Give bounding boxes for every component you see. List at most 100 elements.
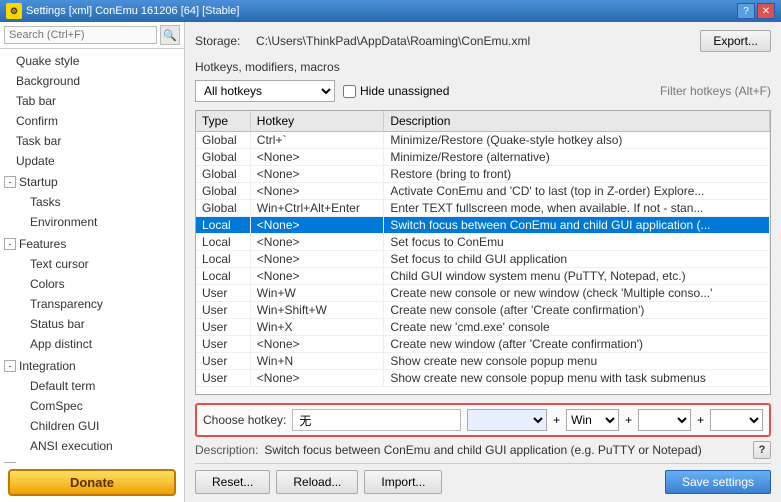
sidebar-item-taskbar[interactable]: Task bar — [0, 131, 184, 151]
col-type: Type — [196, 111, 250, 132]
table-row[interactable]: Local<None>Switch focus between ConEmu a… — [196, 217, 770, 234]
table-row[interactable]: UserWin+NShow create new console popup m… — [196, 353, 770, 370]
title-bar: ⚙ Settings [xml] ConEmu 161206 [64] [Sta… — [0, 0, 781, 22]
cell-description: Create new window (after 'Create confirm… — [384, 336, 770, 353]
sidebar-item-ansiexec[interactable]: ANSI execution — [14, 436, 184, 456]
table-row[interactable]: Global<None>Minimize/Restore (alternativ… — [196, 149, 770, 166]
description-text: Switch focus between ConEmu and child GU… — [264, 443, 701, 457]
sidebar-item-confirm[interactable]: Confirm — [0, 111, 184, 131]
cell-hotkey: Win+Ctrl+Alt+Enter — [250, 200, 384, 217]
sidebar-item-background[interactable]: Background — [0, 71, 184, 91]
hotkeys-data-table: Type Hotkey Description GlobalCtrl+`Mini… — [196, 111, 770, 387]
search-button[interactable]: 🔍 — [160, 25, 180, 45]
keysmacro-expander[interactable]: - — [4, 462, 16, 463]
cell-description: Switch focus between ConEmu and child GU… — [384, 217, 770, 234]
sidebar-item-tasks[interactable]: Tasks — [14, 192, 184, 212]
cell-hotkey: Win+X — [250, 319, 384, 336]
cell-type: User — [196, 285, 250, 302]
table-row[interactable]: Local<None>Child GUI window system menu … — [196, 268, 770, 285]
hide-unassigned-checkbox[interactable] — [343, 85, 356, 98]
integration-expander[interactable]: - — [4, 360, 16, 372]
cell-hotkey: <None> — [250, 268, 384, 285]
hotkey-modifier-dropdown1[interactable]: Ctrl Alt Shift — [467, 409, 547, 431]
cell-hotkey: Ctrl+` — [250, 132, 384, 149]
description-label: Description: — [195, 443, 258, 457]
help-title-btn[interactable]: ? — [737, 3, 755, 19]
sidebar-tree: Quake style Background Tab bar Confirm T… — [0, 49, 184, 463]
hotkeys-filter-dropdown[interactable]: All hotkeys — [195, 80, 335, 102]
cell-hotkey: <None> — [250, 370, 384, 387]
cell-description: Activate ConEmu and 'CD' to last (top in… — [384, 183, 770, 200]
mod-dropdown3[interactable]: Ctrl Alt Shift — [710, 409, 763, 431]
donate-button[interactable]: Donate — [8, 469, 176, 496]
import-button[interactable]: Import... — [364, 470, 442, 494]
table-row[interactable]: UserWin+WCreate new console or new windo… — [196, 285, 770, 302]
cell-type: Local — [196, 234, 250, 251]
description-help-button[interactable]: ? — [753, 441, 771, 459]
cell-hotkey: <None> — [250, 234, 384, 251]
sidebar-item-update[interactable]: Update — [0, 151, 184, 171]
title-bar-left: ⚙ Settings [xml] ConEmu 161206 [64] [Sta… — [6, 3, 239, 19]
sidebar-group-keysmacro-header[interactable]: -Keys & Macro — [0, 458, 184, 463]
hotkeys-controls: All hotkeys Hide unassigned Filter hotke… — [195, 80, 771, 102]
cell-hotkey: <None> — [250, 183, 384, 200]
sidebar-item-transparency[interactable]: Transparency — [14, 294, 184, 314]
table-row[interactable]: User<None>Create new window (after 'Crea… — [196, 336, 770, 353]
sidebar-item-comspec[interactable]: ComSpec — [14, 396, 184, 416]
cell-hotkey: <None> — [250, 166, 384, 183]
cell-description: Enter TEXT fullscreen mode, when availab… — [384, 200, 770, 217]
sidebar-item-quake[interactable]: Quake style — [0, 51, 184, 71]
col-description: Description — [384, 111, 770, 132]
cell-description: Show create new console popup menu — [384, 353, 770, 370]
sidebar-item-childrengui[interactable]: Children GUI — [14, 416, 184, 436]
startup-expander[interactable]: - — [4, 176, 16, 188]
plus-separator3: + — [697, 413, 704, 427]
sidebar: 🔍 Quake style Background Tab bar Confirm… — [0, 22, 185, 502]
cell-type: Global — [196, 166, 250, 183]
cell-description: Create new console or new window (check … — [384, 285, 770, 302]
table-row[interactable]: GlobalCtrl+`Minimize/Restore (Quake-styl… — [196, 132, 770, 149]
table-row[interactable]: Local<None>Set focus to child GUI applic… — [196, 251, 770, 268]
features-expander[interactable]: - — [4, 238, 16, 250]
app-icon: ⚙ — [6, 3, 22, 19]
table-row[interactable]: UserWin+XCreate new 'cmd.exe' console — [196, 319, 770, 336]
cell-type: User — [196, 319, 250, 336]
sidebar-item-colors[interactable]: Colors — [14, 274, 184, 294]
hotkey-editor-row: Choose hotkey: Ctrl Alt Shift + Win Ctrl… — [195, 403, 771, 437]
hide-unassigned-label: Hide unassigned — [343, 84, 449, 98]
table-row[interactable]: Global<None>Activate ConEmu and 'CD' to … — [196, 183, 770, 200]
startup-children: Tasks Environment — [0, 192, 184, 232]
cell-hotkey: Win+W — [250, 285, 384, 302]
mod-dropdown-win[interactable]: Win Ctrl Alt Shift None — [566, 409, 619, 431]
table-row[interactable]: Global<None>Restore (bring to front) — [196, 166, 770, 183]
close-title-btn[interactable]: ✕ — [757, 3, 775, 19]
export-button[interactable]: Export... — [700, 30, 771, 52]
sidebar-item-defaultterm[interactable]: Default term — [14, 376, 184, 396]
table-row[interactable]: GlobalWin+Ctrl+Alt+EnterEnter TEXT fulls… — [196, 200, 770, 217]
hotkey-input[interactable] — [292, 409, 461, 431]
cell-type: User — [196, 370, 250, 387]
reload-button[interactable]: Reload... — [276, 470, 358, 494]
table-row[interactable]: UserWin+Shift+WCreate new console (after… — [196, 302, 770, 319]
sidebar-group-features-header[interactable]: -Features — [0, 234, 184, 254]
sidebar-item-textcursor[interactable]: Text cursor — [14, 254, 184, 274]
reset-button[interactable]: Reset... — [195, 470, 270, 494]
table-row[interactable]: Local<None>Set focus to ConEmu — [196, 234, 770, 251]
sidebar-item-appdistinct[interactable]: App distinct — [14, 334, 184, 354]
cell-type: Local — [196, 268, 250, 285]
sidebar-item-tabbar[interactable]: Tab bar — [0, 91, 184, 111]
sidebar-item-statusbar[interactable]: Status bar — [14, 314, 184, 334]
search-input[interactable] — [4, 26, 157, 44]
sidebar-group-integration-header[interactable]: -Integration — [0, 356, 184, 376]
right-panel: Storage: C:\Users\ThinkPad\AppData\Roami… — [185, 22, 781, 502]
sidebar-item-environment[interactable]: Environment — [14, 212, 184, 232]
cell-hotkey: <None> — [250, 251, 384, 268]
table-row[interactable]: User<None>Show create new console popup … — [196, 370, 770, 387]
description-row: Description: Switch focus between ConEmu… — [195, 441, 771, 459]
hotkeys-table: Type Hotkey Description GlobalCtrl+`Mini… — [195, 110, 771, 395]
mod-dropdown2[interactable]: Ctrl Alt Shift — [638, 409, 691, 431]
save-button[interactable]: Save settings — [665, 470, 771, 494]
sidebar-group-startup-header[interactable]: -Startup — [0, 172, 184, 192]
cell-type: Local — [196, 217, 250, 234]
cell-hotkey: Win+N — [250, 353, 384, 370]
